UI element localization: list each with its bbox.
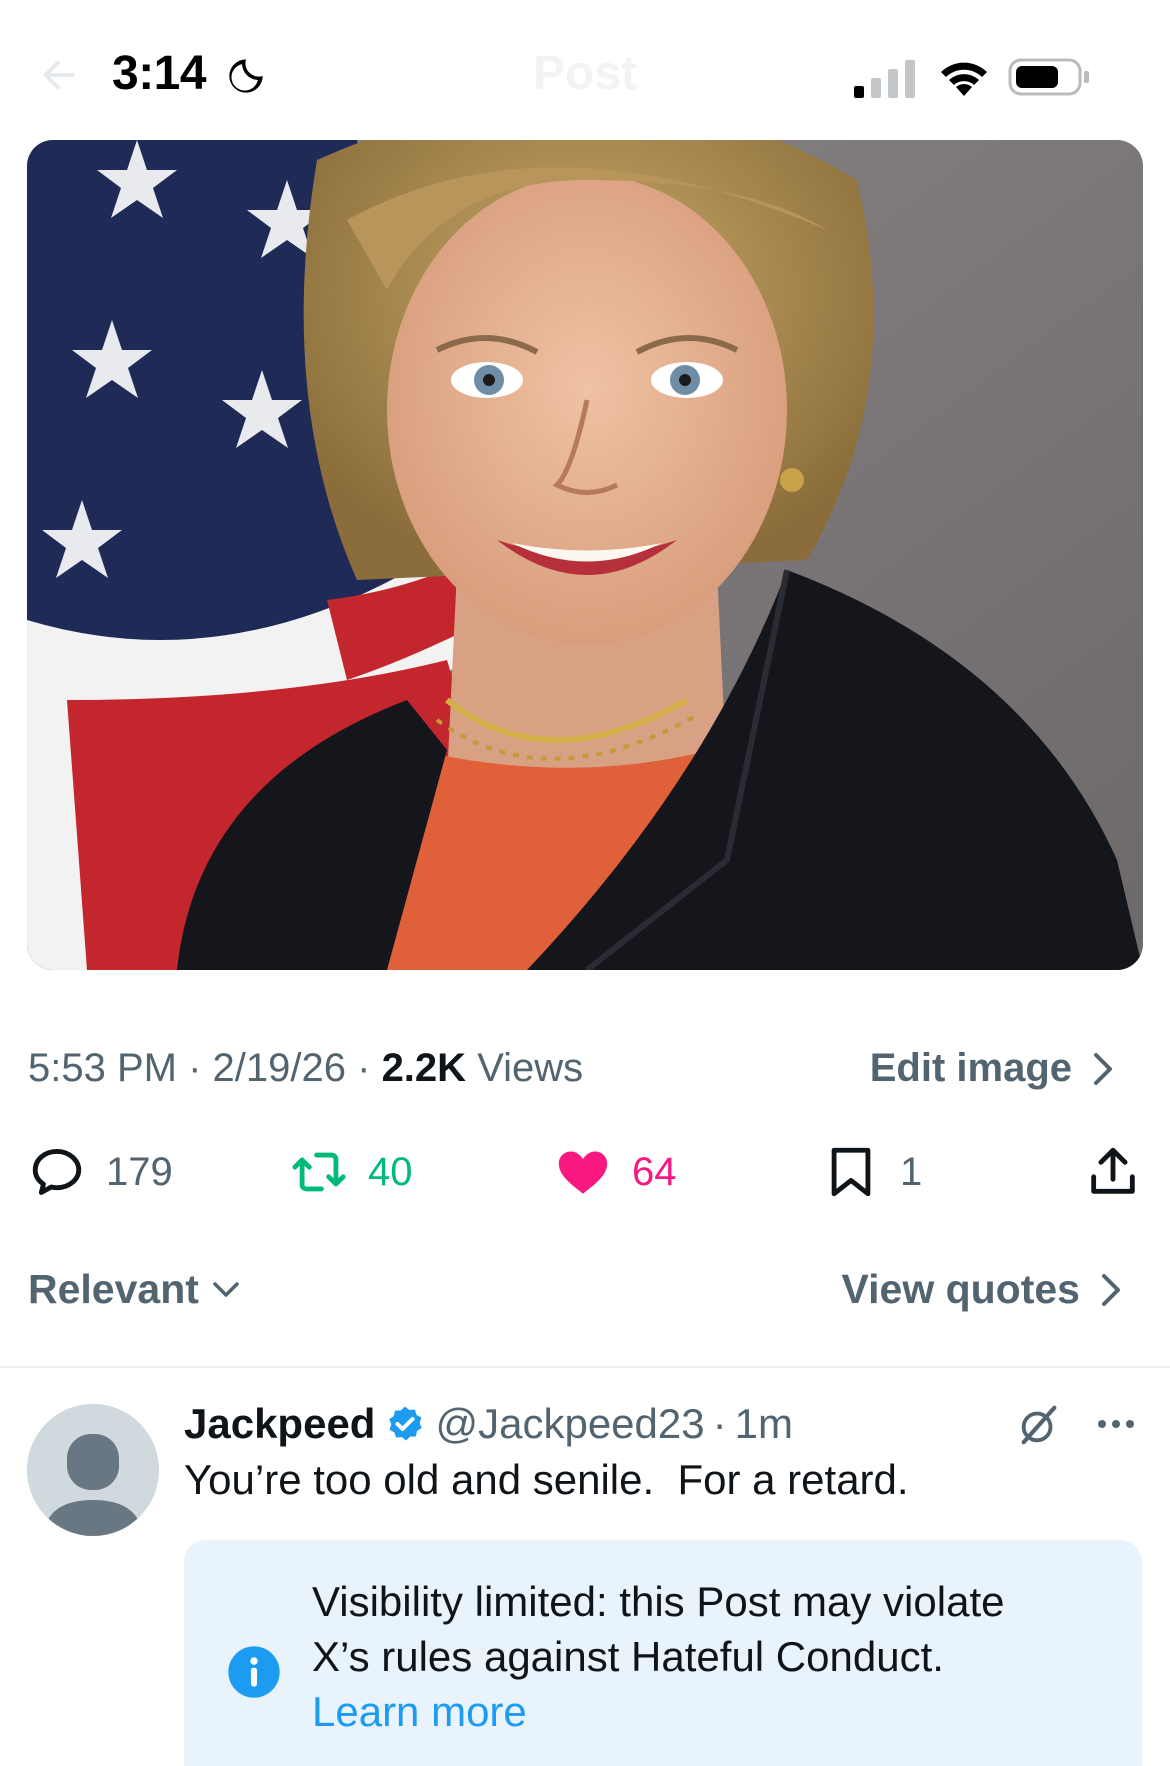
view-quotes-label: View quotes	[841, 1266, 1080, 1312]
heart-icon	[558, 1151, 608, 1194]
notice-text: Visibility limited: this Post may violat…	[312, 1574, 1112, 1739]
reply-icon	[32, 1149, 82, 1195]
post-date: 2/19/26	[212, 1046, 346, 1090]
share-button[interactable]	[1084, 1140, 1142, 1204]
like-count: 64	[632, 1149, 677, 1194]
meta-separator: ·	[188, 1046, 213, 1090]
divider	[0, 1366, 1170, 1368]
visibility-notice: Visibility limited: this Post may violat…	[184, 1540, 1142, 1766]
reply-timestamp: 1m	[734, 1400, 793, 1447]
repost-button[interactable]: 40	[290, 1140, 413, 1204]
avatar[interactable]	[27, 1404, 159, 1536]
grok-icon[interactable]	[1016, 1402, 1062, 1448]
bookmark-button[interactable]: 1	[822, 1140, 922, 1204]
more-icon[interactable]	[1094, 1412, 1138, 1436]
reply-button[interactable]: 179	[28, 1140, 173, 1204]
reply-text: You’re too old and senile. For a retard.	[184, 1456, 909, 1503]
reply-count: 179	[106, 1149, 173, 1194]
status-time: 3:14	[112, 47, 207, 100]
status-bar: Post 3:14	[0, 0, 1170, 140]
sort-label: Relevant	[28, 1266, 199, 1312]
notice-line-1: Visibility limited: this Post may violat…	[312, 1578, 1005, 1625]
portrait-photo	[27, 140, 1143, 970]
verified-icon	[389, 1406, 423, 1441]
views-count: 2.2K	[381, 1046, 467, 1090]
battery-icon	[1008, 58, 1089, 96]
like-button[interactable]: 64	[554, 1140, 677, 1204]
edit-image-button[interactable]: Edit image	[870, 1046, 1116, 1091]
reply-author-handle[interactable]: @Jackpeed23	[435, 1400, 704, 1448]
post-meta: 5:53 PM · 2/19/26 · 2.2K Views	[28, 1046, 583, 1091]
signal-icon	[854, 60, 915, 98]
notice-line-2: X’s rules against Hateful Conduct.	[312, 1633, 944, 1680]
repost-icon	[292, 1152, 346, 1192]
share-icon	[1091, 1147, 1135, 1194]
views-label[interactable]: Views	[477, 1046, 583, 1090]
reply-author-name[interactable]: Jackpeed	[184, 1400, 375, 1448]
chevron-right-icon	[1094, 1052, 1112, 1085]
bookmark-icon	[831, 1147, 871, 1197]
default-avatar-icon	[27, 1404, 159, 1536]
info-icon	[228, 1646, 280, 1698]
post-actions: 179 40 64 1	[0, 1140, 1170, 1204]
sort-dropdown[interactable]: Relevant	[28, 1266, 243, 1313]
wifi-icon	[941, 62, 987, 96]
repost-count: 40	[368, 1149, 413, 1194]
bookmark-count: 1	[900, 1149, 923, 1194]
meta-separator: ·	[712, 1400, 727, 1447]
edit-image-label: Edit image	[869, 1046, 1072, 1090]
reply-header: Jackpeed @Jackpeed23 · 1m	[184, 1396, 793, 1452]
view-quotes-link[interactable]: View quotes	[842, 1266, 1124, 1313]
meta-separator: ·	[357, 1046, 382, 1090]
replies-sort-row: Relevant View quotes	[0, 1266, 1170, 1322]
learn-more-link[interactable]: Learn more	[312, 1684, 1112, 1739]
moon-icon	[229, 59, 263, 93]
chevron-right-icon	[1102, 1273, 1120, 1306]
chevron-down-icon	[213, 1281, 239, 1297]
post-time: 5:53 PM	[28, 1046, 177, 1090]
post-image[interactable]	[27, 140, 1143, 970]
